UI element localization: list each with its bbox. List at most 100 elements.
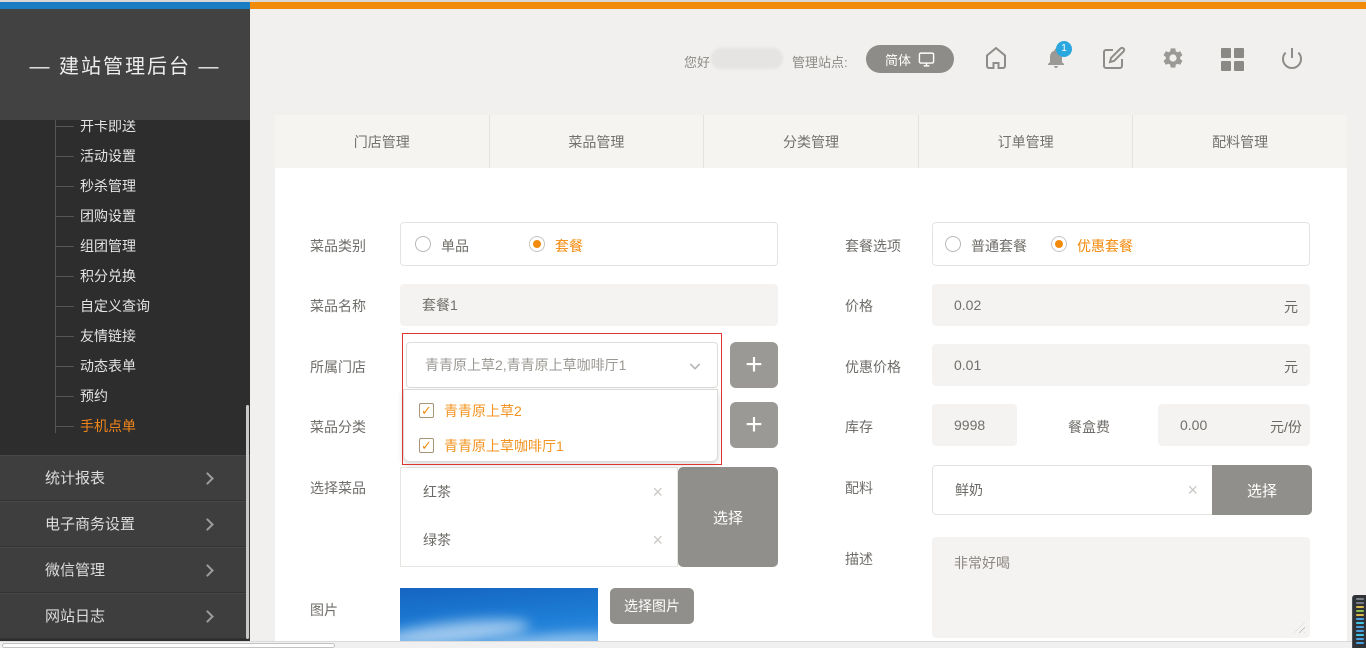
checkbox-checked-icon[interactable]: ✓ [419, 403, 434, 418]
tab-ingredient-management[interactable]: 配料管理 [1133, 115, 1347, 168]
sidebar-item-huodongshezhi[interactable]: 活动设置 [80, 141, 240, 171]
store-label: 所属门店 [310, 357, 366, 377]
site-label: 管理站点: [792, 52, 848, 71]
resize-handle[interactable] [1294, 622, 1305, 633]
description-value: 非常好喝 [954, 555, 1010, 571]
sidebar-title: — 建站管理后台 — [0, 9, 250, 120]
sidebar-item-tuangoushezhi[interactable]: 团购设置 [80, 201, 240, 231]
radio-combo-label[interactable]: 套餐 [555, 236, 583, 256]
minimap-scrollbar[interactable] [1352, 595, 1366, 648]
dish-row-black-tea: 红茶 × [400, 467, 678, 517]
sidebar-submenu: 开卡即送 活动设置 秒杀管理 团购设置 组团管理 积分兑换 自定义查询 友情链接… [0, 120, 250, 455]
home-icon[interactable] [984, 46, 1008, 70]
language-label: 简体 [885, 50, 911, 69]
checkbox-checked-icon[interactable]: ✓ [419, 438, 434, 453]
sidebar-section-dianzishangwu[interactable]: 电子商务设置 [0, 501, 250, 547]
horizontal-scrollbar[interactable] [0, 641, 1366, 648]
store-option-label: 青青原上草2 [444, 401, 522, 421]
sidebar-item-zutuanguanli[interactable]: 组团管理 [80, 231, 240, 261]
apps-grid-icon[interactable] [1221, 48, 1244, 71]
combo-option-label: 套餐选项 [845, 236, 901, 256]
dish-image-thumbnail[interactable] [400, 588, 598, 648]
edit-icon[interactable] [1102, 46, 1126, 70]
select-dishes-button[interactable]: 选择 [678, 467, 778, 567]
monitor-icon [918, 51, 935, 68]
store-option-2[interactable]: ✓ 青青原上草咖啡厅1 [404, 429, 717, 462]
chevron-right-icon [201, 518, 214, 531]
description-label: 描述 [845, 549, 873, 569]
select-image-button[interactable]: 选择图片 [610, 588, 694, 624]
sidebar-item-yuyue[interactable]: 预约 [80, 381, 240, 411]
dish-name-input[interactable]: 套餐1 [400, 284, 778, 326]
radio-single-dish-label[interactable]: 单品 [441, 236, 469, 256]
notification-badge: 1 [1056, 41, 1072, 57]
select-ingredient-button[interactable]: 选择 [1212, 465, 1312, 515]
radio-single-dish[interactable] [415, 236, 431, 252]
sidebar-section-weixinguanli[interactable]: 微信管理 [0, 547, 250, 593]
ingredient-label: 配料 [845, 478, 873, 498]
sidebar-item-miaoshaguanli[interactable]: 秒杀管理 [80, 171, 240, 201]
radio-discount-combo[interactable] [1051, 236, 1067, 252]
sidebar-item-kaikajisong[interactable]: 开卡即送 [80, 120, 240, 141]
store-select-value: 青青原上草2,青青原上草咖啡厅1 [425, 357, 626, 373]
remove-dish-icon[interactable]: × [652, 468, 663, 516]
sidebar-section-tongjibaobiao[interactable]: 统计报表 [0, 455, 250, 501]
discount-price-input[interactable]: 0.01 [932, 344, 1310, 386]
tab-category-management[interactable]: 分类管理 [704, 115, 919, 168]
power-icon[interactable] [1280, 46, 1304, 70]
box-fee-unit: 元/份 [1270, 417, 1302, 437]
chevron-down-icon [687, 358, 703, 374]
sidebar-item-dongtaibiaodan[interactable]: 动态表单 [80, 351, 240, 381]
sidebar-sections: 统计报表 电子商务设置 微信管理 网站日志 [0, 455, 250, 639]
store-dropdown: ✓ 青青原上草2 ✓ 青青原上草咖啡厅1 [403, 389, 718, 462]
store-option-1[interactable]: ✓ 青青原上草2 [404, 394, 717, 427]
sidebar-item-zidingyichaxun[interactable]: 自定义查询 [80, 291, 240, 321]
radio-discount-combo-label[interactable]: 优惠套餐 [1077, 236, 1133, 256]
tab-dish-management[interactable]: 菜品管理 [490, 115, 705, 168]
stock-input[interactable]: 9998 [932, 404, 1017, 446]
radio-normal-combo[interactable] [945, 236, 961, 252]
discount-price-unit: 元 [1284, 357, 1298, 377]
image-label: 图片 [310, 600, 338, 620]
sidebar-item-shoujidiandan[interactable]: 手机点单 [80, 411, 240, 441]
section-label: 网站日志 [45, 608, 105, 625]
language-selector[interactable]: 简体 [866, 45, 954, 73]
sidebar-section-wangzhanrizhi[interactable]: 网站日志 [0, 593, 250, 639]
chevron-right-icon [201, 564, 214, 577]
section-label: 统计报表 [45, 470, 105, 487]
dish-row-green-tea: 绿茶 × [400, 516, 678, 567]
admin-backend-page: — 建站管理后台 — 开卡即送 活动设置 秒杀管理 团购设置 组团管理 积分兑换… [0, 0, 1366, 648]
username-redacted [711, 48, 783, 69]
add-store-button[interactable]: + [730, 342, 778, 388]
gear-icon[interactable] [1161, 46, 1185, 70]
horizontal-scrollbar-thumb[interactable] [2, 643, 335, 648]
dish-type-group: 单品 套餐 [400, 222, 778, 266]
radio-normal-combo-label[interactable]: 普通套餐 [971, 236, 1027, 256]
description-textarea[interactable]: 非常好喝 [932, 537, 1310, 638]
dish-category-label: 菜品分类 [310, 417, 366, 437]
section-label: 电子商务设置 [45, 516, 135, 533]
discount-price-label: 优惠价格 [845, 357, 901, 377]
remove-dish-icon[interactable]: × [652, 516, 663, 564]
section-label: 微信管理 [45, 562, 105, 579]
ingredient-input[interactable]: 鲜奶 × [932, 465, 1213, 515]
tab-store-management[interactable]: 门店管理 [275, 115, 490, 168]
greeting-text: 您好 [684, 52, 710, 71]
topbar-blue-segment [0, 2, 250, 9]
sidebar-item-jifenduihuan[interactable]: 积分兑换 [80, 261, 240, 291]
price-input[interactable]: 0.02 [932, 284, 1310, 326]
sidebar-item-youqinglianjie[interactable]: 友情链接 [80, 321, 240, 351]
tab-order-management[interactable]: 订单管理 [919, 115, 1134, 168]
ingredient-value: 鲜奶 [955, 482, 983, 498]
chevron-right-icon [201, 610, 214, 623]
box-fee-label: 餐盒费 [1068, 417, 1110, 437]
stock-label: 库存 [845, 417, 873, 437]
remove-ingredient-icon[interactable]: × [1187, 466, 1198, 514]
chevron-right-icon [201, 472, 214, 485]
store-select[interactable]: 青青原上草2,青青原上草咖啡厅1 [406, 342, 718, 388]
tab-bar: 门店管理 菜品管理 分类管理 订单管理 配料管理 [275, 115, 1347, 168]
add-category-button[interactable]: + [730, 402, 778, 448]
dish-name: 绿茶 [423, 532, 451, 548]
sidebar-scrollbar[interactable] [246, 405, 249, 639]
radio-combo[interactable] [529, 236, 545, 252]
